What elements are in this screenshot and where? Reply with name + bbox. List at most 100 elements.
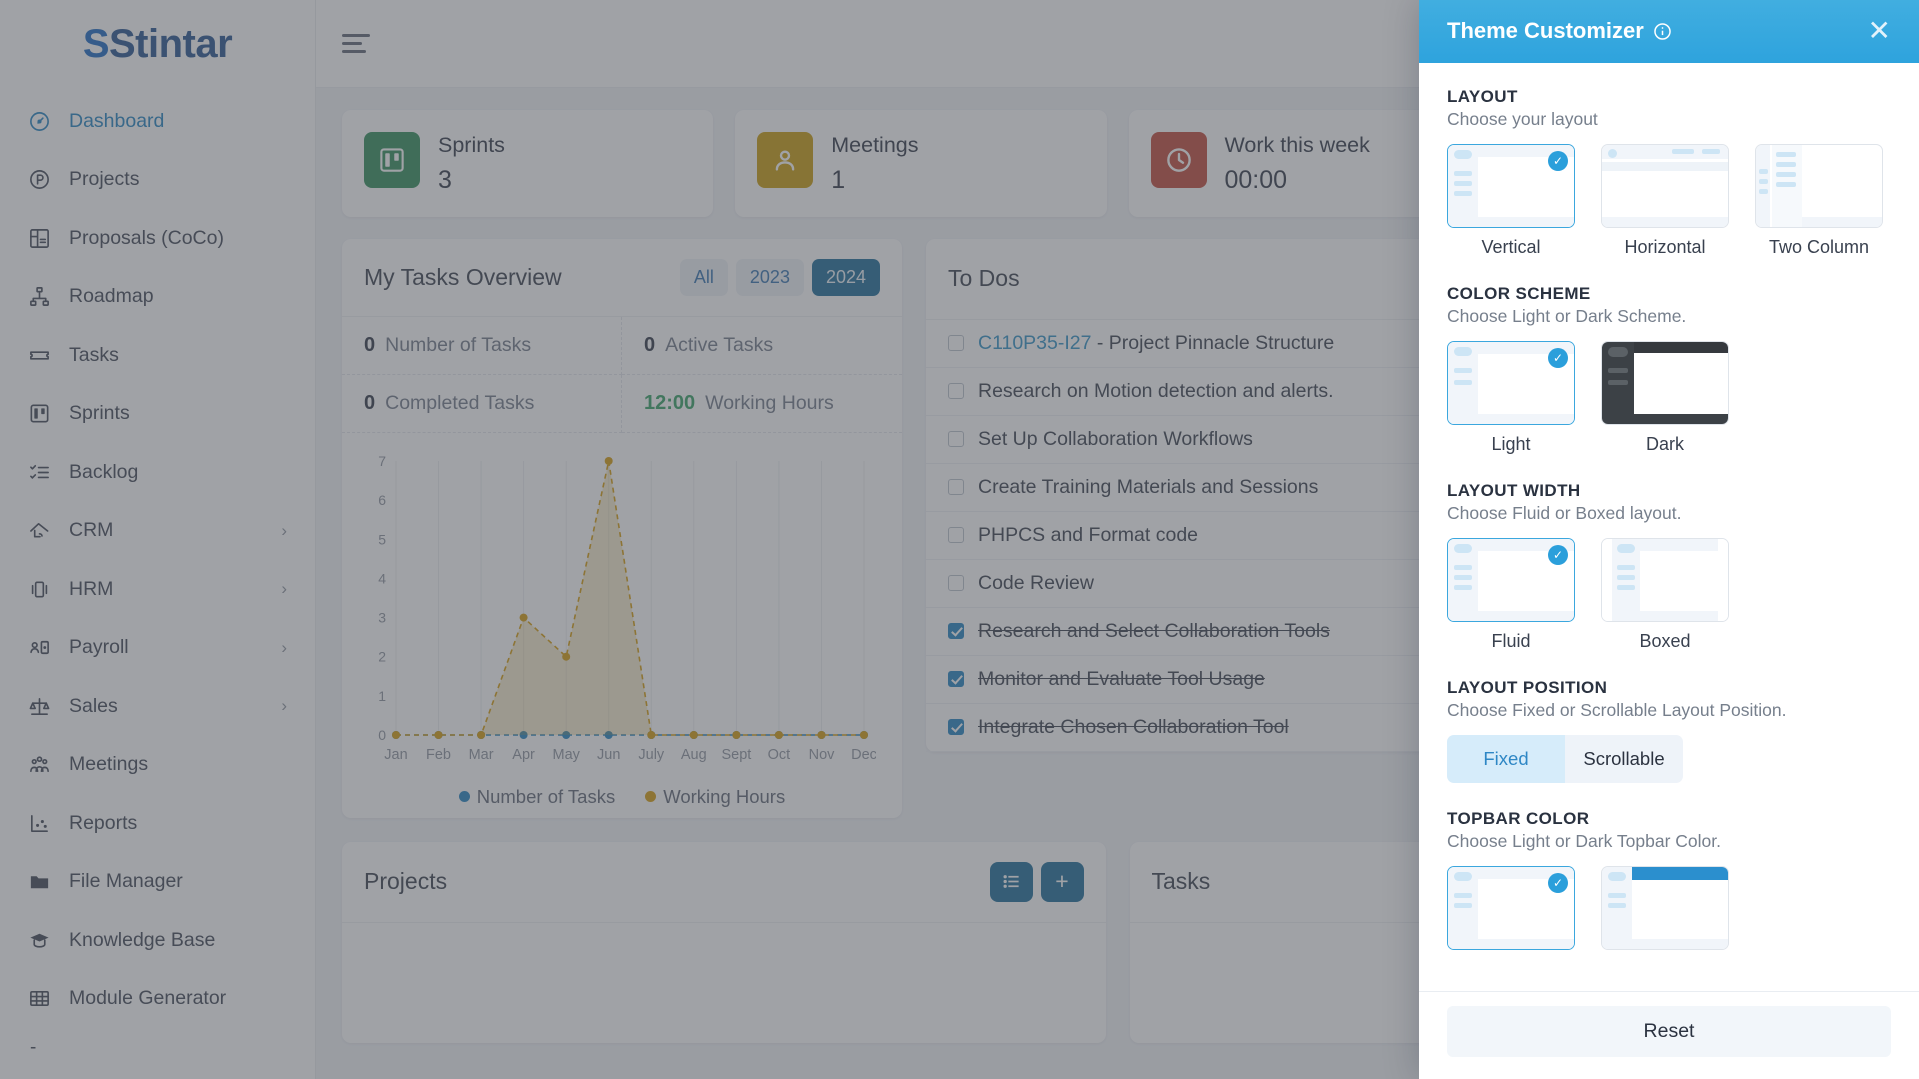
stat-label: Meetings [831,133,919,157]
sidebar-item-label: Meetings [69,753,149,776]
stat-card-sprints[interactable]: Sprints 3 [342,110,714,217]
option-vertical[interactable]: ✓ Vertical [1447,143,1575,258]
option-preview[interactable]: ✓ [1447,865,1575,950]
svg-text:Aug: Aug [681,747,707,763]
brand-name: Stintar [109,21,233,66]
gauge-icon [26,108,52,134]
svg-text:0: 0 [378,727,386,743]
sidebar-item-knowledge-base[interactable]: Knowledge Base [0,911,315,970]
metric-completed-tasks: 0 Completed Tasks [342,374,622,433]
sidebar-item-roadmap[interactable]: Roadmap [0,268,315,327]
year-filter-2023[interactable]: 2023 [735,258,804,296]
sidebar-item-dashboard[interactable]: Dashboard [0,92,315,151]
option-boxed[interactable]: Boxed [1601,537,1729,652]
stat-card-meetings[interactable]: Meetings 1 [735,110,1107,217]
customizer-title: Theme Customizer [1447,18,1644,44]
option-two-column[interactable]: Two Column [1755,143,1883,258]
list-icon [1003,875,1019,889]
todo-checkbox[interactable] [948,671,964,688]
sidebar-item-tasks[interactable]: Tasks [0,326,315,385]
todo-checkbox[interactable] [948,719,964,736]
option-preview[interactable] [1601,537,1729,622]
option-topbar-dark[interactable] [1601,865,1729,959]
stat-text: Sprints 3 [438,132,505,195]
sidebar-item-proposals-coco[interactable]: Proposals (CoCo) [0,209,315,268]
sidebar-item-hrm[interactable]: HRM › [0,560,315,619]
option-preview[interactable] [1601,340,1729,425]
sidebar-item-crm[interactable]: CRM › [0,502,315,561]
option-preview[interactable] [1601,143,1729,228]
brand-logo[interactable]: SStintar [0,0,315,88]
section-heading: LAYOUT WIDTH [1447,480,1581,500]
option-preview[interactable]: ✓ [1447,537,1575,622]
chevron-right-icon: › [281,520,287,540]
metric-label: Active Tasks [665,333,774,356]
app-root: SStintar Dashboard Projects Proposals (CoC… [0,0,1919,1079]
svg-text:4: 4 [378,570,386,586]
info-icon[interactable] [1653,22,1672,41]
customizer-header: Theme Customizer ✕ [1419,0,1919,63]
todo-checkbox[interactable] [948,575,964,592]
clock-icon [1150,132,1207,188]
sidebar-item-module-generator[interactable]: Module Generator [0,970,315,1029]
option-label: Vertical [1481,236,1541,257]
option-dark[interactable]: Dark [1601,340,1729,455]
metric-value: 12:00 [644,391,696,414]
metric-label: Number of Tasks [385,333,532,356]
stat-text: Meetings 1 [831,132,918,195]
year-filter-all[interactable]: All [679,258,728,296]
legend-item[interactable]: Working Hours [645,786,785,808]
sidebar-item-label: Backlog [69,460,139,483]
sidebar-item-projects[interactable]: Projects [0,151,315,210]
sidebar-item-sales[interactable]: Sales › [0,677,315,736]
year-filter-2024[interactable]: 2024 [811,258,880,296]
hamburger-icon[interactable] [342,29,376,59]
todo-checkbox[interactable] [948,383,964,400]
option-preview[interactable] [1755,143,1883,228]
year-filter-group: All 2023 2024 [679,258,880,296]
svg-text:Feb: Feb [426,747,451,763]
projects-add-button[interactable]: + [1040,861,1084,902]
sidebar-item-meetings[interactable]: Meetings [0,736,315,795]
section-heading: COLOR SCHEME [1447,283,1591,303]
todo-checkbox[interactable] [948,431,964,448]
legend-item[interactable]: Number of Tasks [458,786,615,808]
option-light[interactable]: ✓ Light [1447,340,1575,455]
sidebar-item-label: HRM [69,577,114,600]
sidebar-item-file-manager[interactable]: File Manager [0,853,315,912]
section-subtitle: Choose Light or Dark Topbar Color. [1447,830,1721,851]
customizer-section-layout: LAYOUT Choose your layout ✓ Vertical Horizon… [1447,87,1891,258]
tasks-chart: 0 1 2 3 4 5 6 7 Jan Feb Mar Apr May Jun July Aug Sept Oct… [342,433,902,818]
page-title: My Tasks Overview [364,263,562,290]
option-preview[interactable]: ✓ [1447,143,1575,228]
scales-icon [26,693,52,719]
todo-code[interactable]: C110P35-I27 [978,332,1091,354]
option-topbar-light[interactable]: ✓ [1447,865,1575,959]
sidebar-item-backlog[interactable]: Backlog [0,443,315,502]
option-group: ✓ [1447,865,1891,959]
option-preview[interactable] [1601,865,1729,950]
todo-checkbox[interactable] [948,623,964,640]
projects-list-view-button[interactable] [989,861,1033,902]
svg-text:3: 3 [378,610,386,626]
todo-text: - Project Pinnacle Structure [1091,331,1335,354]
todo-checkbox[interactable] [948,527,964,544]
scatter-icon [26,810,52,836]
sidebar-item-reports[interactable]: Reports [0,794,315,853]
option-horizontal[interactable]: Horizontal [1601,143,1729,258]
option-preview[interactable]: ✓ [1447,340,1575,425]
svg-text:Dec: Dec [851,747,876,763]
toggle-scrollable[interactable]: Scrollable [1565,734,1683,783]
todo-checkbox[interactable] [948,479,964,496]
badge-icon [26,576,52,602]
option-fluid[interactable]: ✓ Fluid [1447,537,1575,652]
svg-text:Jan: Jan [384,747,407,763]
metric-working-hours: 12:00 Working Hours [622,375,902,433]
close-icon[interactable]: ✕ [1868,17,1891,45]
toggle-fixed[interactable]: Fixed [1447,734,1565,783]
section-subtitle: Choose Light or Dark Scheme. [1447,305,1687,326]
sidebar-item-sprints[interactable]: Sprints [0,385,315,444]
reset-button[interactable]: Reset [1447,1006,1891,1057]
todo-checkbox[interactable] [948,335,964,352]
sidebar-item-payroll[interactable]: Payroll › [0,619,315,678]
